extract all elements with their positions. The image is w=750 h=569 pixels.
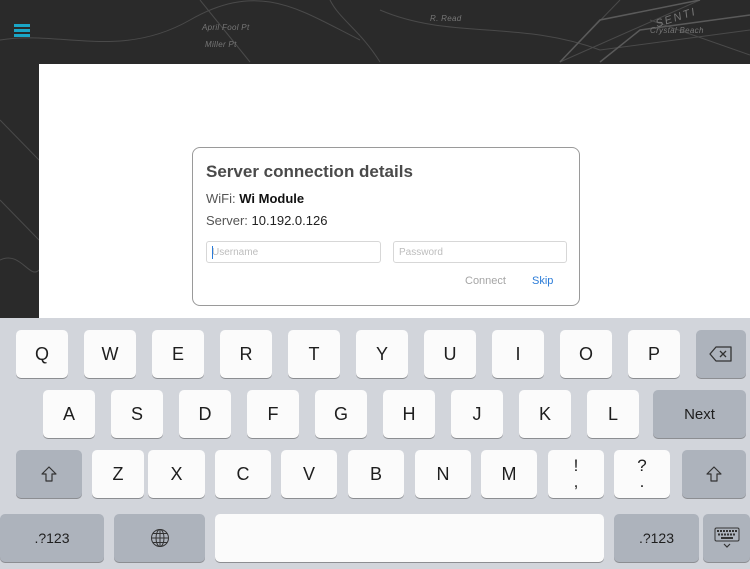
wifi-info: WiFi: Wi Module: [206, 191, 304, 206]
key-p[interactable]: P: [628, 330, 680, 378]
key-k[interactable]: K: [519, 390, 571, 438]
wifi-label: WiFi:: [206, 191, 236, 206]
key-z[interactable]: Z: [92, 450, 144, 498]
key-v[interactable]: V: [281, 450, 337, 498]
key-s[interactable]: S: [111, 390, 163, 438]
dialog-title: Server connection details: [206, 162, 413, 181]
map-label: Crystal Beach: [650, 26, 704, 35]
numbers-key-right[interactable]: .?123: [614, 514, 699, 562]
shift-icon: [706, 466, 722, 482]
key-y[interactable]: Y: [356, 330, 408, 378]
backspace-key[interactable]: [696, 330, 746, 378]
key-j[interactable]: J: [451, 390, 503, 438]
shift-icon: [41, 466, 57, 482]
onscreen-keyboard: Q W E R T Y U I O P A S D F G H J K L Ne…: [0, 318, 750, 569]
key-a[interactable]: A: [43, 390, 95, 438]
shift-key-right[interactable]: [682, 450, 746, 498]
password-field[interactable]: [393, 241, 567, 263]
password-input[interactable]: [394, 242, 566, 263]
key-g[interactable]: G: [315, 390, 367, 438]
key-question-period[interactable]: ?.: [614, 450, 670, 498]
key-f[interactable]: F: [247, 390, 299, 438]
key-h[interactable]: H: [383, 390, 435, 438]
key-c[interactable]: C: [215, 450, 271, 498]
backspace-icon: [709, 346, 732, 362]
username-field[interactable]: [206, 241, 381, 263]
menu-icon[interactable]: [14, 24, 30, 38]
key-x[interactable]: X: [148, 450, 205, 498]
skip-button[interactable]: Skip: [532, 275, 553, 287]
key-w[interactable]: W: [84, 330, 136, 378]
server-connection-dialog: Server connection details WiFi: Wi Modul…: [192, 147, 580, 306]
key-n[interactable]: N: [415, 450, 471, 498]
space-key[interactable]: [215, 514, 604, 562]
numbers-key-label: .?123: [638, 530, 675, 546]
key-e[interactable]: E: [152, 330, 204, 378]
key-o[interactable]: O: [560, 330, 612, 378]
wifi-value: Wi Module: [239, 191, 305, 206]
server-label: Server:: [206, 213, 248, 228]
key-u[interactable]: U: [424, 330, 476, 378]
key-d[interactable]: D: [179, 390, 231, 438]
key-q[interactable]: Q: [16, 330, 68, 378]
key-b[interactable]: B: [348, 450, 404, 498]
map-label: Miller Pt: [205, 40, 237, 49]
globe-key[interactable]: [114, 514, 205, 562]
globe-icon: [150, 529, 169, 547]
key-i[interactable]: I: [492, 330, 544, 378]
numbers-key-label: .?123: [34, 530, 70, 546]
dismiss-keyboard-key[interactable]: [703, 514, 750, 562]
key-bottom-char: ,: [573, 472, 579, 491]
key-bottom-char: .: [639, 472, 645, 491]
next-key[interactable]: Next: [653, 390, 746, 438]
key-t[interactable]: T: [288, 330, 340, 378]
server-value: 10.192.0.126: [251, 213, 328, 228]
key-exclamation-comma[interactable]: !,: [548, 450, 604, 498]
numbers-key-left[interactable]: .?123: [0, 514, 104, 562]
username-input[interactable]: [207, 242, 380, 263]
connect-button[interactable]: Connect: [465, 275, 506, 287]
key-m[interactable]: M: [481, 450, 537, 498]
keyboard-dismiss-icon: [714, 527, 739, 548]
shift-key-left[interactable]: [16, 450, 82, 498]
map-label: April Fool Pt: [202, 23, 250, 32]
server-info: Server: 10.192.0.126: [206, 213, 327, 228]
key-l[interactable]: L: [587, 390, 639, 438]
text-cursor: [212, 246, 213, 259]
map-label: R. Read: [430, 14, 462, 23]
key-r[interactable]: R: [220, 330, 272, 378]
